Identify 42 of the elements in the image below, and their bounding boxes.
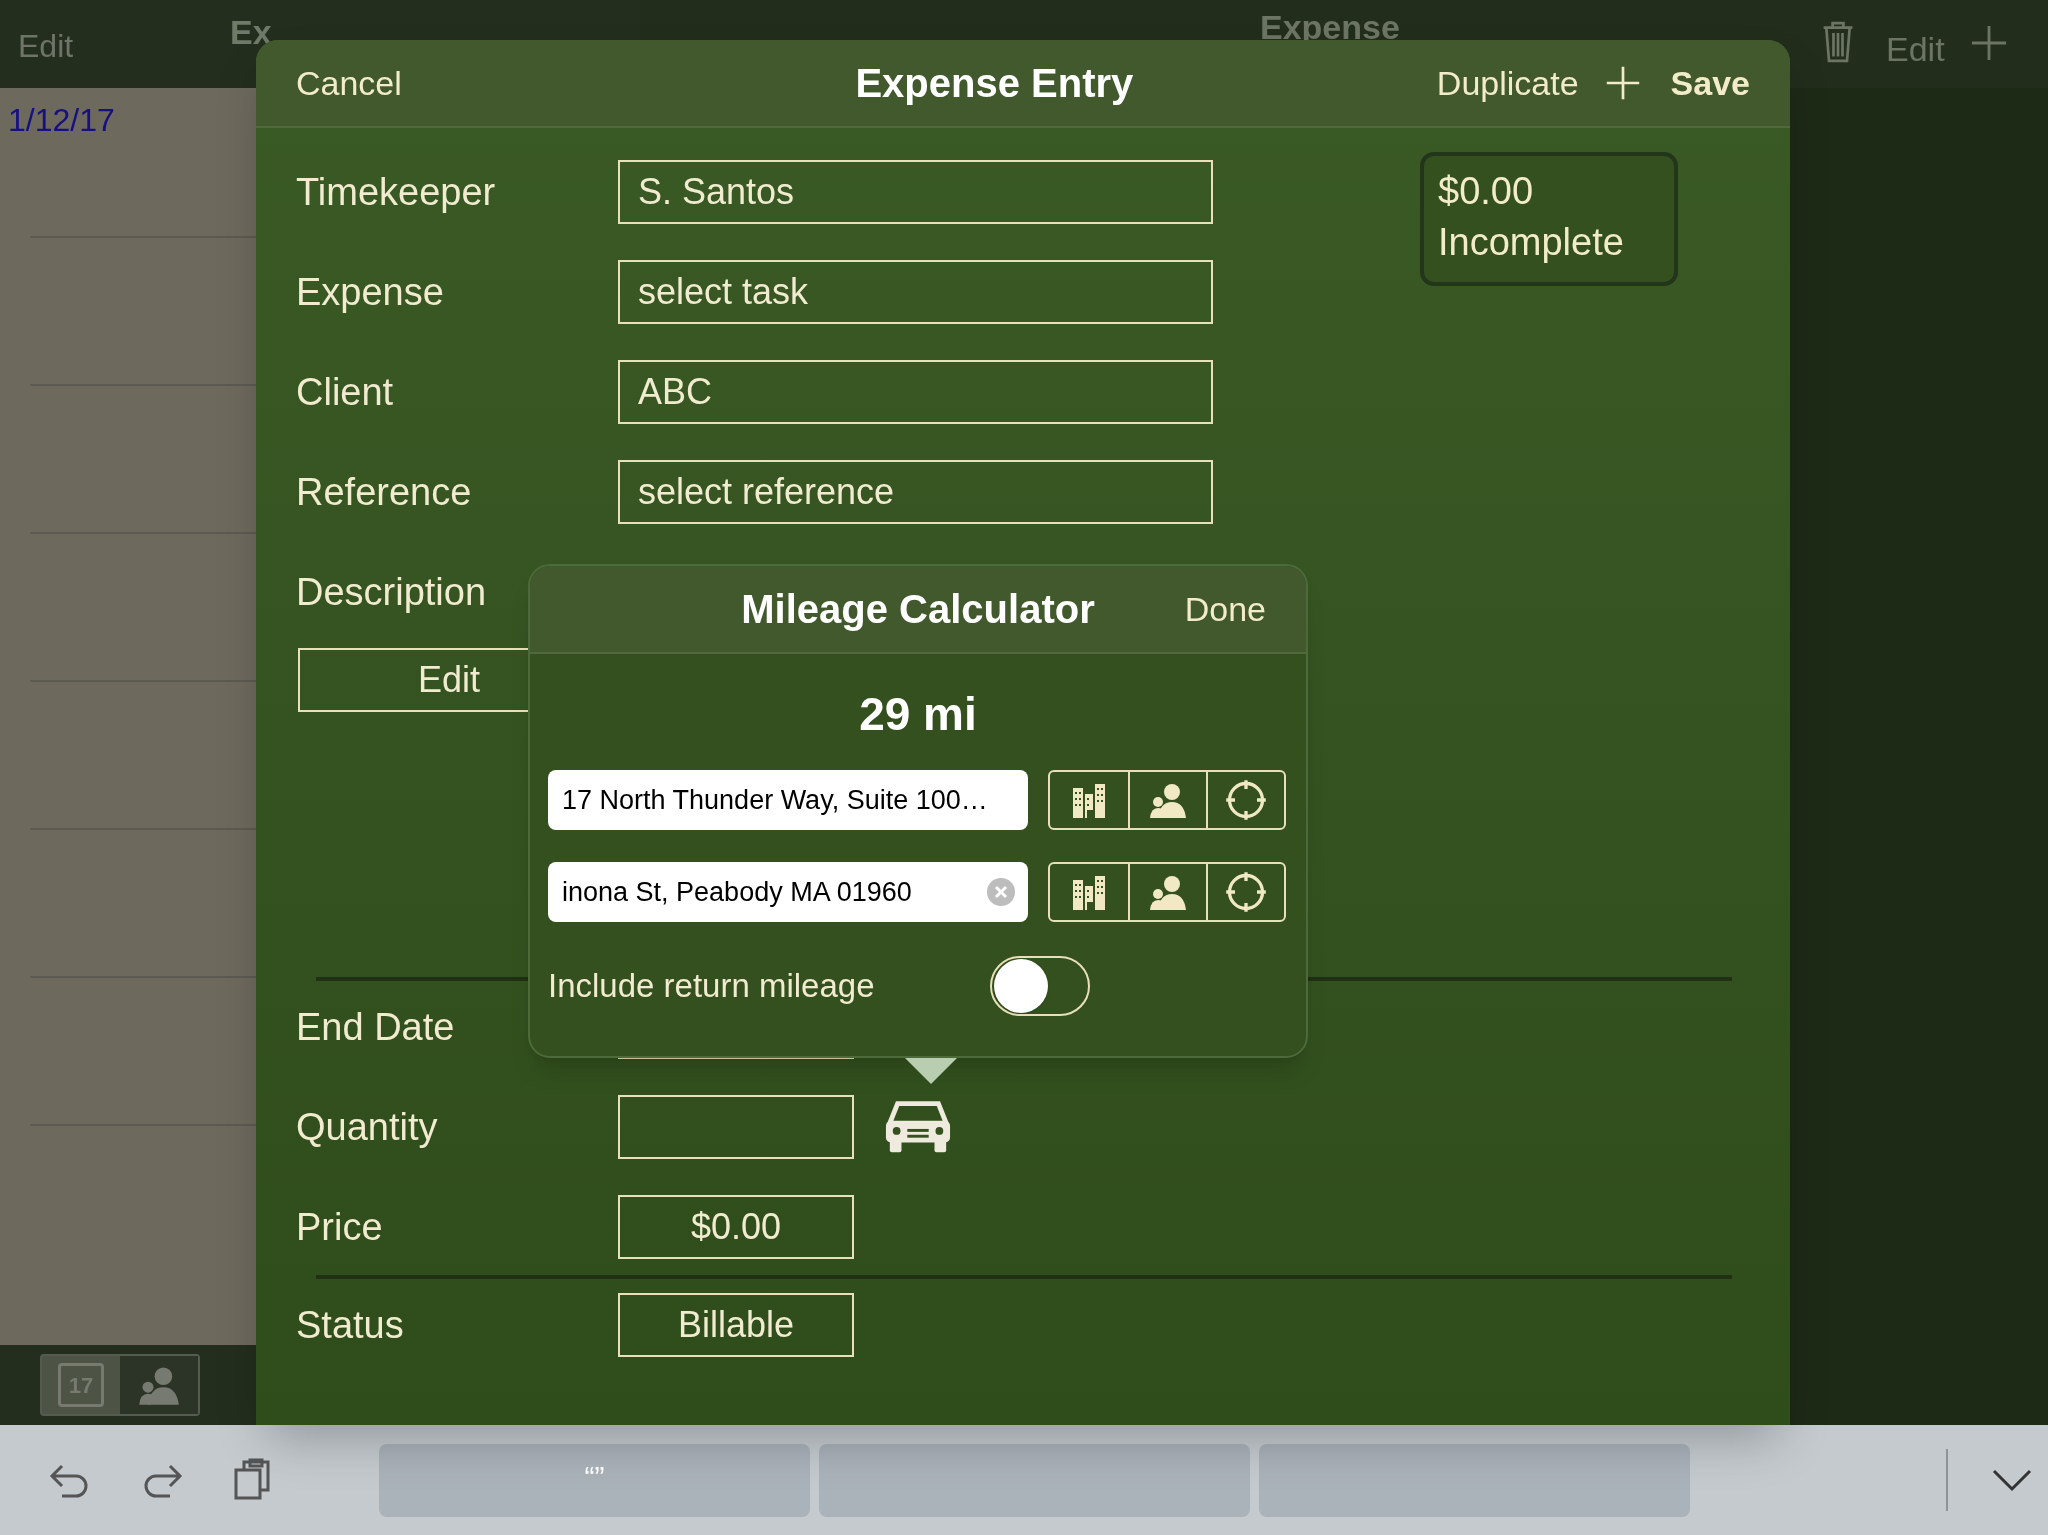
toggle-label: Include return mileage xyxy=(548,966,876,1007)
save-button[interactable]: Save xyxy=(1670,57,1750,109)
input-field[interactable]: ABC xyxy=(618,360,1213,424)
address-text: 17 North Thunder Way, Suite 100… xyxy=(562,783,989,817)
dialog-title: Expense Entry xyxy=(854,60,1135,107)
field-label: Quantity xyxy=(296,1106,438,1148)
field-label: Expense xyxy=(296,271,444,313)
return-mileage-toggle[interactable] xyxy=(990,956,1090,1016)
field-label: Description xyxy=(296,571,487,613)
plus-icon[interactable] xyxy=(1970,24,2008,62)
input-field[interactable]: $0.00 xyxy=(618,1195,854,1259)
popover-arrow xyxy=(905,1058,957,1084)
duplicate-button[interactable]: Duplicate xyxy=(1436,57,1579,109)
address-text: inona St, Peabody MA 01960 xyxy=(562,875,913,909)
car-icon[interactable] xyxy=(884,1099,952,1155)
crosshair-icon xyxy=(1224,870,1268,914)
list-date: 1/12/17 xyxy=(8,102,115,138)
field-label: Timekeeper xyxy=(296,171,496,213)
chevron-down-icon[interactable] xyxy=(1992,1468,2032,1492)
input-field[interactable]: S. Santos xyxy=(618,160,1213,224)
input-field[interactable]: Billable xyxy=(618,1293,854,1357)
status-text: Incomplete xyxy=(1438,220,1625,265)
distance-text: 29 mi xyxy=(859,687,977,742)
input-field[interactable]: select reference xyxy=(618,460,1213,524)
done-button[interactable]: Done xyxy=(1184,583,1266,635)
tab-button[interactable] xyxy=(120,1356,198,1414)
address-field[interactable]: 17 North Thunder Way, Suite 100… xyxy=(548,770,1028,830)
field-label: Reference xyxy=(296,471,472,513)
crosshair-icon xyxy=(1224,778,1268,822)
input-field[interactable]: select task xyxy=(618,260,1213,324)
field-label: End Date xyxy=(296,1006,455,1048)
cancel-button[interactable]: Cancel xyxy=(296,57,402,109)
amount-text: $0.00 xyxy=(1438,169,1535,214)
field-label: Price xyxy=(296,1206,383,1248)
address-field[interactable]: inona St, Peabody MA 01960 xyxy=(548,862,1028,922)
paste-icon[interactable] xyxy=(232,1458,272,1502)
input-field[interactable] xyxy=(618,1095,854,1159)
header-title: Ex xyxy=(230,12,272,52)
field-label: Client xyxy=(296,371,394,413)
field-label: Status xyxy=(296,1304,404,1346)
header-title: Expense xyxy=(1260,10,1400,44)
popover-title: Mileage Calculator xyxy=(741,586,1095,633)
